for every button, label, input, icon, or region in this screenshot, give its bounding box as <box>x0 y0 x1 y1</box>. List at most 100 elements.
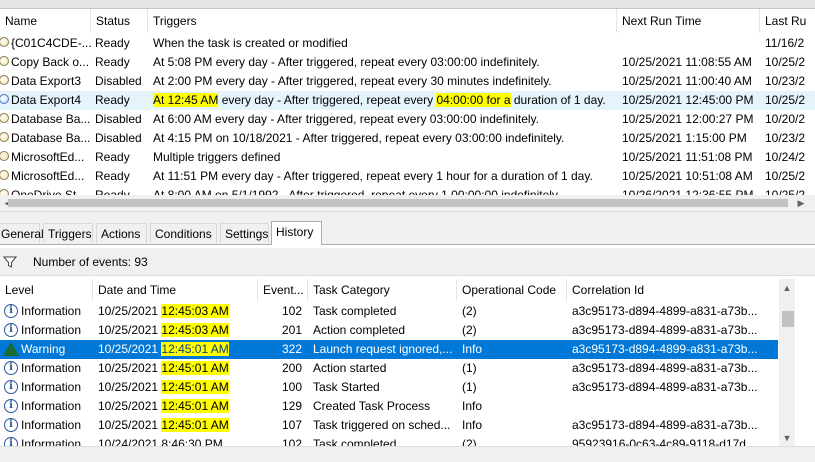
column-header-operational-code[interactable]: Operational Code <box>457 279 567 301</box>
column-header-name[interactable]: Name <box>0 9 91 33</box>
task-next-run-cell: 10/25/2021 11:08:55 AM <box>622 55 752 69</box>
column-header-last-run[interactable]: Last Ru <box>760 9 815 33</box>
task-clock-icon <box>0 132 9 142</box>
task-next-run-cell: 10/25/2021 11:51:08 PM <box>622 150 753 164</box>
task-row[interactable]: MicrosoftEd... Ready Multiple triggers def… <box>0 148 815 167</box>
task-name-cell: MicrosoftEd... <box>11 169 85 183</box>
scroll-right-icon[interactable]: ▶ <box>793 195 809 211</box>
history-date-part: 10/25/2021 <box>98 323 162 337</box>
filter-icon[interactable] <box>3 255 17 269</box>
task-list[interactable]: Name Status Triggers Next Run Time Last … <box>0 9 815 211</box>
history-date-cell: 10/25/2021 12:45:01 AM <box>98 378 258 397</box>
task-row[interactable]: Data Export4 Ready At 12:45 AM every day -… <box>0 91 815 110</box>
scrollbar-thumb[interactable] <box>8 199 788 207</box>
scroll-up-icon[interactable]: ▲ <box>779 280 795 296</box>
tab-actions[interactable]: Actions <box>96 223 147 243</box>
history-level-cell: Information <box>21 380 82 394</box>
history-date-part: 10/25/2021 <box>98 399 162 413</box>
history-correlation-cell: a3c95173-d894-4899-a831-a73b... <box>572 304 758 318</box>
history-category-cell: Task completed <box>313 304 397 318</box>
column-header-status[interactable]: Status <box>91 9 148 33</box>
history-correlation-cell: a3c95173-d894-4899-a831-a73b... <box>572 380 758 394</box>
history-correlation-cell: a3c95173-d894-4899-a831-a73b... <box>572 323 758 337</box>
task-name-cell: Data Export4 <box>11 93 82 107</box>
history-opcode-cell: (2) <box>462 323 477 337</box>
history-vertical-scrollbar[interactable] <box>779 279 795 446</box>
task-trigger-cell: At 6:00 AM every day - After triggered, … <box>153 112 539 126</box>
warning-icon <box>3 342 19 356</box>
column-header-next-run-time[interactable]: Next Run Time <box>617 9 760 33</box>
window-top-edge <box>0 0 815 9</box>
history-opcode-cell: (1) <box>462 361 477 375</box>
column-header-event-id[interactable]: Event... <box>258 279 308 301</box>
task-clock-icon <box>0 170 9 180</box>
task-row[interactable]: {C01C4CDE-... Ready When the task is creat… <box>0 34 815 53</box>
information-icon: i <box>4 304 18 318</box>
history-date-part: 10/25/2021 <box>98 342 162 356</box>
information-icon: i <box>4 323 18 337</box>
history-category-cell: Launch request ignored,... <box>313 342 453 356</box>
history-date-part: 10/25/2021 <box>98 418 162 432</box>
task-row[interactable]: Database Ba... Disabled At 6:00 AM every d… <box>0 110 815 129</box>
information-icon: i <box>4 380 18 394</box>
task-last-run-cell: 10/20/2 <box>765 112 806 126</box>
history-opcode-cell: Info <box>462 399 483 413</box>
history-row[interactable]: i Information 10/25/2021 12:45:01 AM 129 Cre… <box>0 397 778 416</box>
column-header-date-and-time[interactable]: Date and Time <box>93 279 258 301</box>
task-row[interactable]: MicrosoftEd... Ready At 11:51 PM every day… <box>0 167 815 186</box>
history-row[interactable]: Warning 10/25/2021 12:45:01 AM 322 Launch r… <box>0 340 778 359</box>
number-of-events: Number of events: 93 <box>33 255 148 269</box>
history-opcode-cell: Info <box>462 342 483 356</box>
scroll-down-icon[interactable]: ▼ <box>779 430 795 446</box>
task-last-run-cell: 10/25/2 <box>765 169 806 183</box>
tab-general[interactable]: General <box>0 223 44 243</box>
column-header-task-category[interactable]: Task Category <box>308 279 457 301</box>
history-event-id-cell: 129 <box>281 399 302 413</box>
tab-conditions[interactable]: Conditions <box>150 223 217 243</box>
task-row[interactable]: Database Ba... Disabled At 4:15 PM on 10/1… <box>0 129 815 148</box>
task-trigger-cell: Multiple triggers defined <box>153 150 281 164</box>
history-date-cell: 10/25/2021 12:45:03 AM <box>98 302 258 321</box>
history-row[interactable]: i Information 10/25/2021 12:45:01 AM 200 Act… <box>0 359 778 378</box>
history-event-id-cell: 107 <box>281 418 302 432</box>
history-scrollbar-thumb[interactable] <box>782 311 794 327</box>
history-row[interactable]: i Information 10/25/2021 12:45:03 AM 201 Act… <box>0 321 778 340</box>
tab-triggers[interactable]: Triggers <box>43 223 93 243</box>
task-clock-icon <box>0 113 9 123</box>
task-row[interactable]: Copy Back o... Ready At 5:08 PM every day … <box>0 53 815 72</box>
task-trigger-cell: At 12:45 AM every day - After triggered,… <box>153 91 617 110</box>
task-status-cell: Disabled <box>95 131 142 145</box>
history-category-cell: Action completed <box>313 323 406 337</box>
task-row[interactable]: Data Export3 Disabled At 2:00 PM every day… <box>0 72 815 91</box>
tab-settings[interactable]: Settings <box>220 223 269 243</box>
task-clock-icon <box>0 75 9 85</box>
task-trigger-cell: At 2:00 PM every day - After triggered, … <box>153 74 552 88</box>
history-date-cell: 10/25/2021 12:45:01 AM <box>98 359 258 378</box>
history-correlation-cell: a3c95173-d894-4899-a831-a73b... <box>572 418 758 432</box>
column-header-correlation-id[interactable]: Correlation Id <box>567 279 779 301</box>
history-row[interactable]: i Information 10/25/2021 12:45:01 AM 107 Tas… <box>0 416 778 435</box>
task-trigger-cell: At 4:15 PM on 10/18/2021 - After trigger… <box>153 131 565 145</box>
information-icon: i <box>4 361 18 375</box>
column-header-triggers[interactable]: Triggers <box>148 9 617 33</box>
task-last-run-cell: 10/25/2 <box>765 93 806 107</box>
history-event-id-cell: 100 <box>281 380 302 394</box>
task-name-cell: MicrosoftEd... <box>11 150 85 164</box>
tab-history[interactable]: History <box>271 221 322 245</box>
history-time-part: 12:45:03 AM <box>161 304 229 318</box>
task-trigger-cell: At 5:08 PM every day - After triggered, … <box>153 55 540 69</box>
task-name-cell: Data Export3 <box>11 74 82 88</box>
history-category-cell: Action started <box>313 361 387 375</box>
information-icon: i <box>4 418 18 432</box>
history-opcode-cell: (2) <box>462 304 477 318</box>
task-status-cell: Ready <box>95 150 130 164</box>
column-header-level[interactable]: Level <box>0 279 93 301</box>
history-opcode-cell: Info <box>462 418 483 432</box>
history-event-id-cell: 322 <box>281 342 302 356</box>
task-next-run-cell: 10/25/2021 12:00:27 PM <box>622 112 754 126</box>
history-row[interactable]: i Information 10/25/2021 12:45:03 AM 102 Tas… <box>0 302 778 321</box>
history-row[interactable]: i Information 10/25/2021 12:45:01 AM 100 Tas… <box>0 378 778 397</box>
task-name-cell: Database Ba... <box>11 131 91 145</box>
task-last-run-cell: 11/16/2 <box>765 36 805 50</box>
task-name-cell: {C01C4CDE-... <box>11 36 91 50</box>
